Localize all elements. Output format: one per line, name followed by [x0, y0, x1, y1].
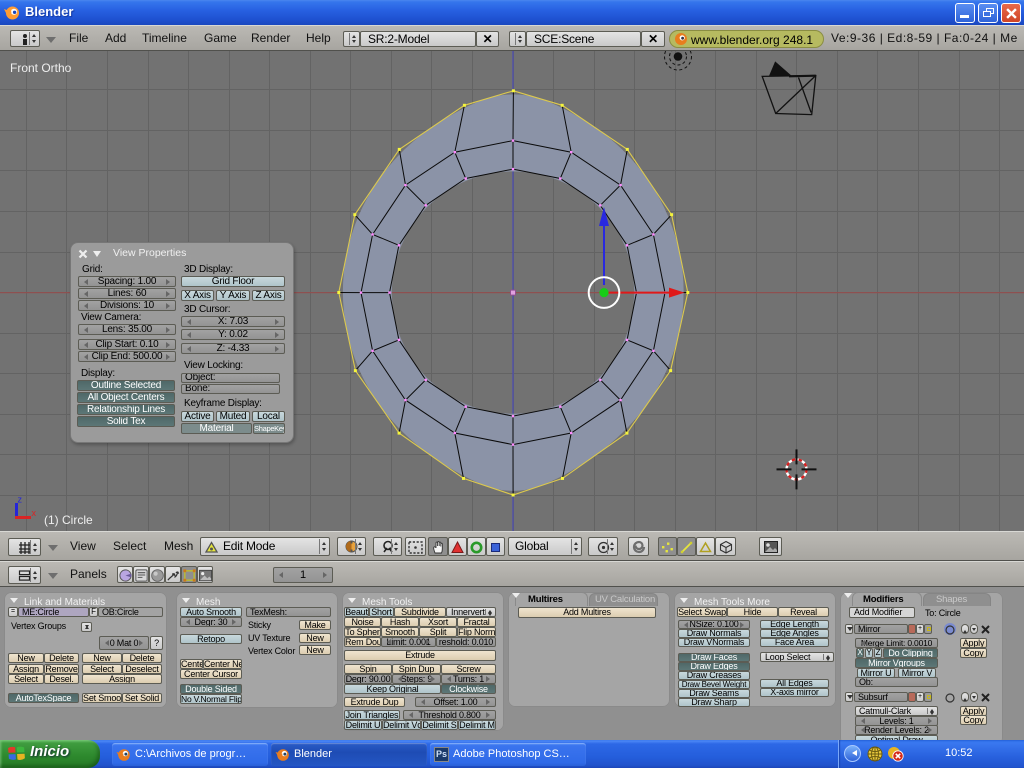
svg-text:x: x: [32, 508, 37, 518]
svg-text:Front Ortho: Front Ortho: [10, 61, 72, 75]
svg-text:(1) Circle: (1) Circle: [44, 513, 93, 527]
svg-text:z: z: [18, 495, 23, 505]
